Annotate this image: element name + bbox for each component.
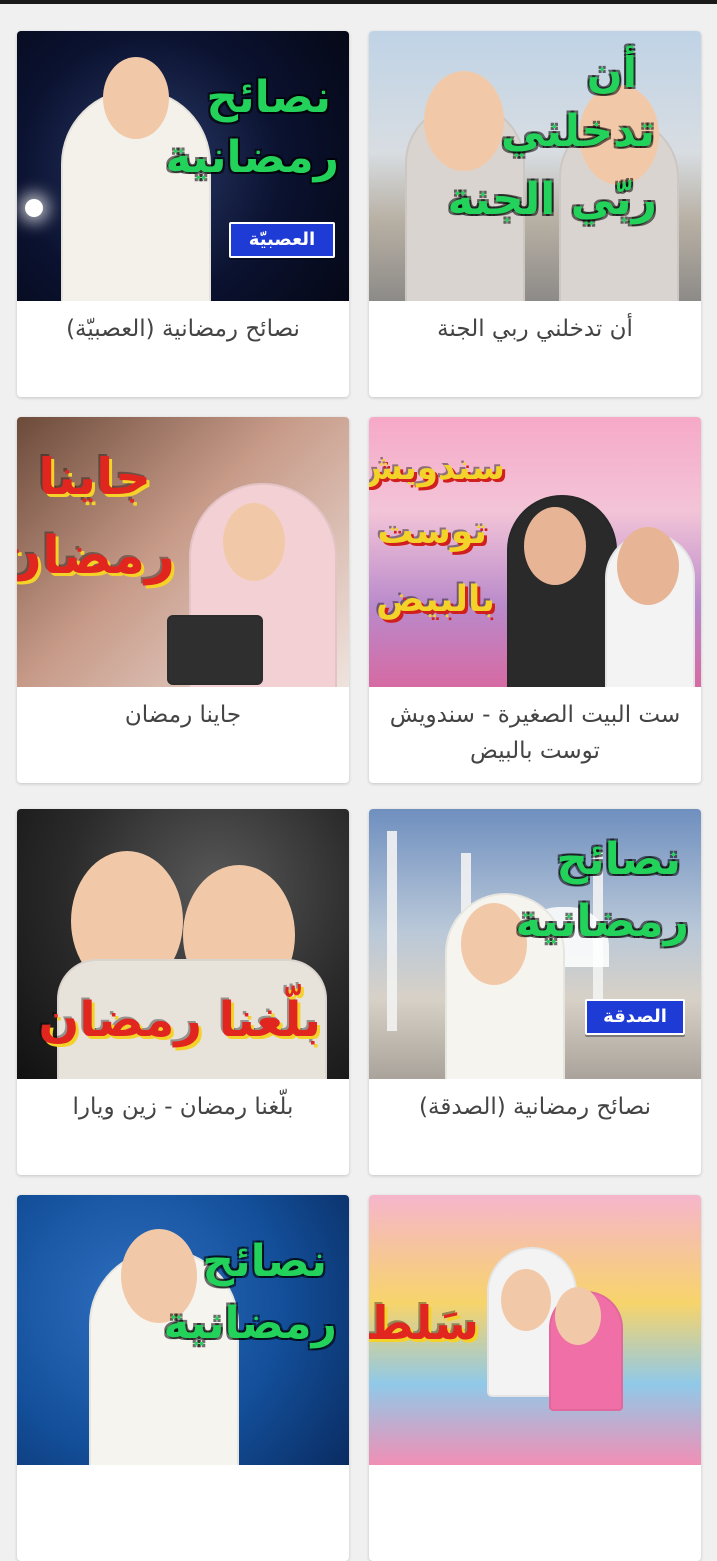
thumbnail-title-line: بالبيض: [375, 579, 495, 620]
thumbnail-badge: العصبيّة: [229, 222, 335, 258]
thumbnail-title-line: نصائح: [206, 72, 331, 123]
video-card[interactable]: نصائح رمضانية العصبيّة نصائح رمضانية (ال…: [17, 31, 349, 397]
video-thumbnail[interactable]: نصائح رمضانية: [17, 1195, 349, 1465]
video-thumbnail[interactable]: نصائح رمضانية الصدقة: [369, 809, 701, 1079]
video-thumbnail[interactable]: أن تدخلني ربّي الجنة: [369, 31, 701, 301]
video-card[interactable]: نصائح رمضانية: [17, 1195, 349, 1561]
video-title[interactable]: ست البيت الصغيرة - سندويش توست بالبيض: [381, 697, 689, 769]
video-thumbnail[interactable]: سَلطة: [369, 1195, 701, 1465]
thumbnail-title-line: رمضانية: [165, 132, 339, 183]
video-thumbnail[interactable]: سندويش توست بالبيض: [369, 417, 701, 687]
thumbnail-title-line: أن: [586, 48, 637, 97]
video-thumbnail[interactable]: جاينا رمضان: [17, 417, 349, 687]
thumbnail-title-line: سَلطة: [369, 1296, 479, 1350]
thumbnail-title-line: جاينا: [38, 448, 151, 506]
thumbnail-art: [369, 31, 701, 301]
video-thumbnail[interactable]: نصائح رمضانية العصبيّة: [17, 31, 349, 301]
video-title[interactable]: نصائح رمضانية (الصدقة): [381, 1089, 689, 1125]
video-title[interactable]: جاينا رمضان: [29, 697, 337, 733]
thumbnail-title-line: توست: [377, 511, 487, 552]
thumbnail-title-line: تدخلني: [500, 106, 655, 157]
video-card[interactable]: نصائح رمضانية الصدقة نصائح رمضانية (الصد…: [369, 809, 701, 1175]
video-card[interactable]: أن تدخلني ربّي الجنة أن تدخلني ربي الجنة: [369, 31, 701, 397]
thumbnail-badge: الصدقة: [585, 999, 685, 1035]
video-thumbnail[interactable]: بلّغنا رمضان: [17, 809, 349, 1079]
video-card[interactable]: بلّغنا رمضان بلّغنا رمضان - زين ويارا: [17, 809, 349, 1175]
video-title[interactable]: بلّغنا رمضان - زين ويارا: [29, 1089, 337, 1125]
video-card[interactable]: سَلطة: [369, 1195, 701, 1561]
thumbnail-title-line: سندويش: [369, 448, 505, 488]
video-card[interactable]: سندويش توست بالبيض ست البيت الصغيرة - سن…: [369, 417, 701, 783]
thumbnail-title-line: نصائح: [202, 1236, 327, 1287]
video-grid: أن تدخلني ربّي الجنة أن تدخلني ربي الجنة…: [0, 0, 717, 1561]
video-title[interactable]: نصائح رمضانية (العصبيّة): [29, 311, 337, 347]
thumbnail-title-line: رمضان: [17, 526, 175, 586]
thumbnail-title-line: ربّي الجنة: [447, 174, 657, 225]
video-card[interactable]: جاينا رمضان جاينا رمضان: [17, 417, 349, 783]
thumbnail-title-line: بلّغنا رمضان: [38, 992, 321, 1048]
video-title[interactable]: أن تدخلني ربي الجنة: [381, 311, 689, 347]
thumbnail-title-line: رمضانية: [515, 896, 689, 947]
thumbnail-title-line: نصائح: [556, 834, 681, 885]
thumbnail-title-line: رمضانية: [163, 1298, 337, 1349]
